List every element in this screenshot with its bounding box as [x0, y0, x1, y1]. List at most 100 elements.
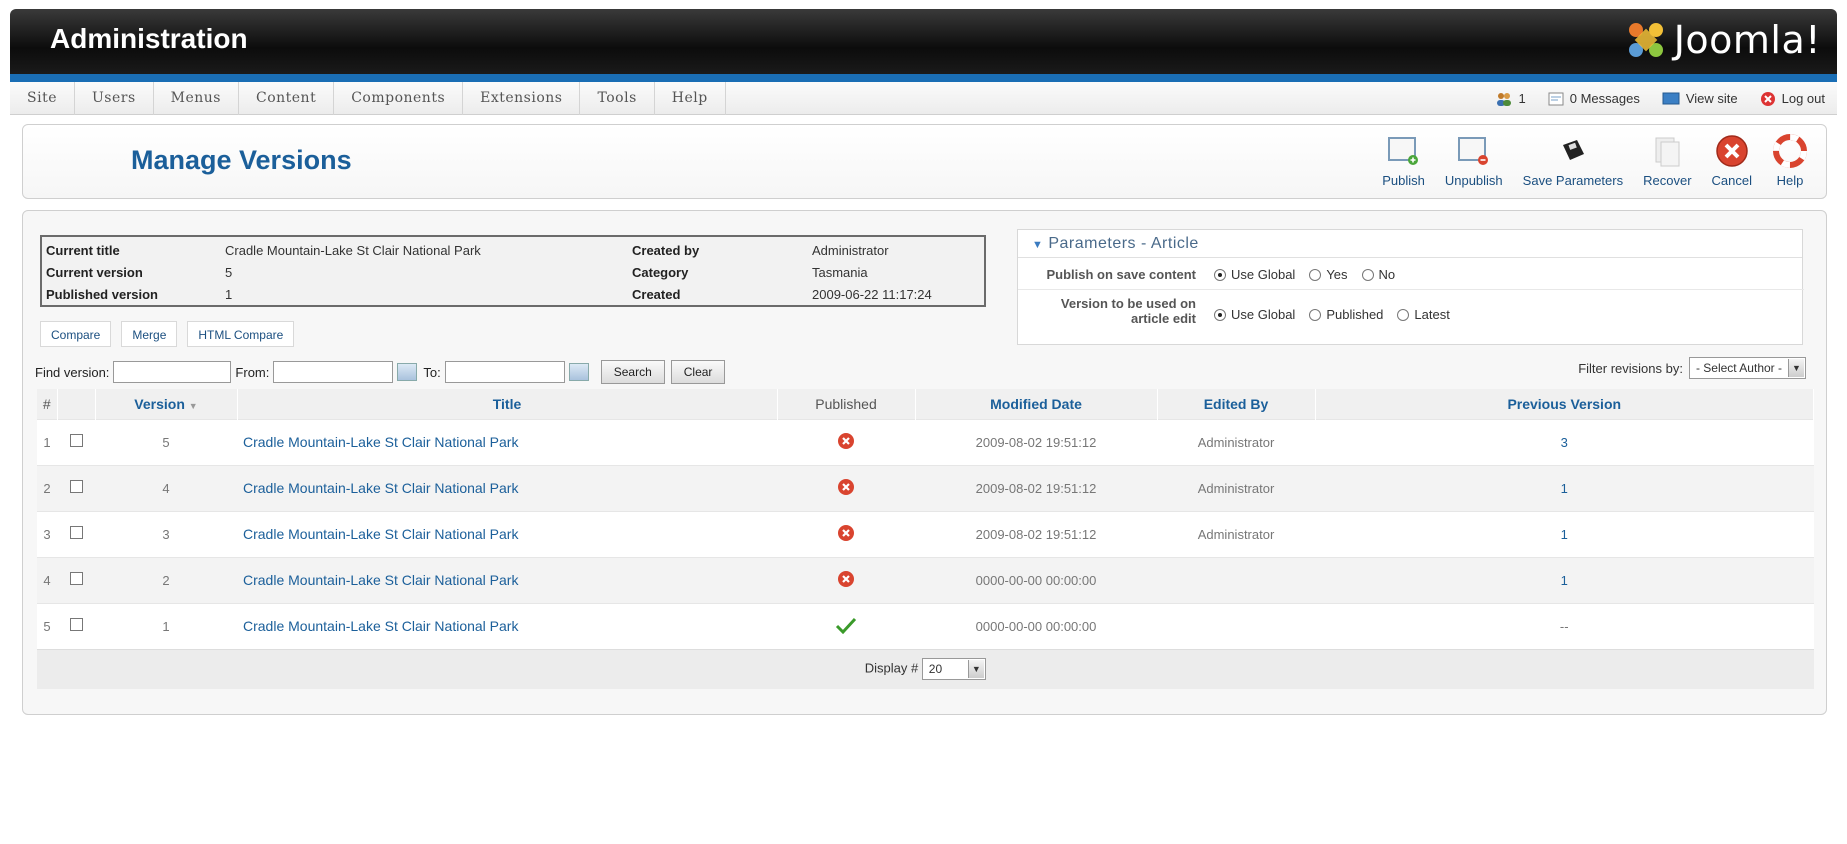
toolbar: Publish Unpublish Save Parameters Recove…: [1372, 133, 1818, 193]
toolbar-box: Manage Versions Publish Unpublish Save P…: [22, 124, 1827, 199]
row-checkbox[interactable]: [69, 572, 83, 585]
save-icon: [1555, 133, 1591, 169]
menu-extensions[interactable]: Extensions: [463, 82, 581, 115]
help-label: Help: [1776, 173, 1804, 188]
row-checkbox[interactable]: [69, 618, 83, 631]
clear-button[interactable]: Clear: [670, 360, 726, 384]
unpublished-icon[interactable]: [837, 570, 855, 588]
logout-link[interactable]: Log out: [1760, 91, 1825, 107]
merge-button[interactable]: Merge: [121, 321, 178, 347]
row-edited-by: Administrator: [1157, 510, 1315, 557]
publish-button[interactable]: Publish: [1372, 133, 1435, 193]
help-button[interactable]: Help: [1762, 133, 1818, 193]
author-filter-value: - Select Author -: [1695, 361, 1782, 375]
col-modified-date[interactable]: Modified Date: [915, 389, 1158, 419]
main-panel: Current title Cradle Mountain-Lake St Cl…: [22, 210, 1827, 715]
parameters-header[interactable]: ▼ Parameters - Article: [1018, 230, 1802, 258]
logout-label: Log out: [1781, 91, 1825, 106]
unpublished-icon[interactable]: [837, 478, 855, 496]
col-title[interactable]: Title: [237, 389, 778, 419]
table-row: 2 4 Cradle Mountain-Lake St Clair Nation…: [37, 464, 1814, 511]
row-version: 4: [95, 464, 237, 511]
monitor-icon: [1662, 92, 1680, 104]
row-title-link[interactable]: Cradle Mountain-Lake St Clair National P…: [237, 464, 777, 511]
main-menu: Site Users Menus Content Components Exte…: [10, 82, 726, 115]
publish-on-save-label: Publish on save content: [1046, 267, 1196, 282]
save-parameters-button[interactable]: Save Parameters: [1513, 133, 1633, 193]
col-previous-version[interactable]: Previous Version: [1315, 389, 1814, 419]
menu-components[interactable]: Components: [334, 82, 464, 115]
from-date-input[interactable]: [273, 361, 394, 383]
view-site-link[interactable]: View site: [1662, 91, 1738, 106]
row-previous-version[interactable]: 3: [1315, 418, 1814, 465]
chevron-down-icon: ▼: [1788, 359, 1804, 377]
created-by-value: Administrator: [812, 243, 889, 258]
published-check-icon[interactable]: [835, 616, 857, 634]
compare-button[interactable]: Compare: [40, 321, 112, 347]
row-checkbox[interactable]: [69, 434, 83, 447]
row-previous-version[interactable]: 1: [1315, 556, 1814, 603]
row-previous-version[interactable]: 1: [1315, 464, 1814, 511]
publish-label: Publish: [1382, 173, 1425, 188]
header-title: Administration: [50, 23, 248, 54]
row-checkbox[interactable]: [69, 526, 83, 539]
chevron-down-icon: ▼: [967, 660, 984, 679]
row-title-link[interactable]: Cradle Mountain-Lake St Clair National P…: [237, 418, 777, 465]
status-area: 1 0 Messages View site Log out: [1495, 82, 1825, 115]
menu-users[interactable]: Users: [75, 82, 154, 115]
search-button[interactable]: Search: [600, 360, 665, 384]
unpublish-button[interactable]: Unpublish: [1435, 133, 1513, 193]
recover-button[interactable]: Recover: [1633, 133, 1701, 193]
row-modified-date: 2009-08-02 19:51:12: [915, 510, 1157, 557]
publish-on-save-yes[interactable]: Yes: [1309, 267, 1348, 282]
users-count: 1: [1518, 91, 1526, 106]
row-edited-by: [1157, 602, 1315, 649]
row-number: 2: [37, 464, 57, 511]
version-on-edit-use-global[interactable]: Use Global: [1214, 307, 1295, 322]
versions-table: # Version ▼ Title Published Modified Dat…: [37, 389, 1814, 689]
row-number: 3: [37, 510, 57, 557]
category-label: Category: [632, 265, 689, 280]
col-version[interactable]: Version ▼: [95, 389, 238, 419]
row-version: 3: [95, 510, 237, 557]
logout-icon: [1760, 91, 1775, 106]
row-title-link[interactable]: Cradle Mountain-Lake St Clair National P…: [237, 510, 777, 557]
message-icon: [1548, 92, 1564, 105]
menu-menus[interactable]: Menus: [154, 82, 239, 115]
menu-site[interactable]: Site: [10, 82, 75, 115]
row-edited-by: Administrator: [1157, 418, 1315, 465]
version-on-edit-published[interactable]: Published: [1309, 307, 1383, 322]
author-filter-select[interactable]: - Select Author - ▼: [1688, 357, 1806, 379]
to-calendar-icon[interactable]: [568, 363, 589, 381]
row-checkbox[interactable]: [69, 480, 83, 493]
row-previous-version[interactable]: 1: [1315, 510, 1814, 557]
col-edited-by[interactable]: Edited By: [1157, 389, 1316, 419]
unpublished-icon[interactable]: [837, 524, 855, 542]
version-on-edit-latest[interactable]: Latest: [1397, 307, 1450, 322]
menu-tools[interactable]: Tools: [580, 82, 655, 115]
unpublish-label: Unpublish: [1444, 173, 1503, 188]
parameters-title: Parameters - Article: [1048, 235, 1199, 252]
col-published[interactable]: Published: [777, 389, 916, 419]
publish-on-save-use-global[interactable]: Use Global: [1214, 267, 1295, 282]
menu-content[interactable]: Content: [239, 82, 335, 115]
to-date-input[interactable]: [444, 361, 565, 383]
find-version-input[interactable]: [113, 361, 232, 383]
cancel-button[interactable]: Cancel: [1702, 133, 1762, 193]
row-previous-version: --: [1315, 602, 1814, 649]
publish-on-save-no[interactable]: No: [1361, 267, 1395, 282]
row-title-link[interactable]: Cradle Mountain-Lake St Clair National P…: [237, 556, 777, 603]
users-online[interactable]: 1: [1495, 91, 1526, 107]
sort-desc-icon: ▼: [188, 400, 198, 411]
unpublished-icon[interactable]: [837, 432, 855, 450]
html-compare-button[interactable]: HTML Compare: [187, 321, 295, 347]
created-by-label: Created by: [632, 243, 700, 258]
display-count-select[interactable]: 20 ▼: [921, 658, 986, 681]
menu-help[interactable]: Help: [655, 82, 726, 115]
row-edited-by: [1157, 556, 1315, 603]
messages-link[interactable]: 0 Messages: [1548, 91, 1640, 106]
row-title-link[interactable]: Cradle Mountain-Lake St Clair National P…: [237, 602, 777, 649]
from-calendar-icon[interactable]: [397, 363, 418, 381]
row-modified-date: 0000-00-00 00:00:00: [915, 602, 1157, 649]
cancel-icon: [1714, 133, 1750, 169]
